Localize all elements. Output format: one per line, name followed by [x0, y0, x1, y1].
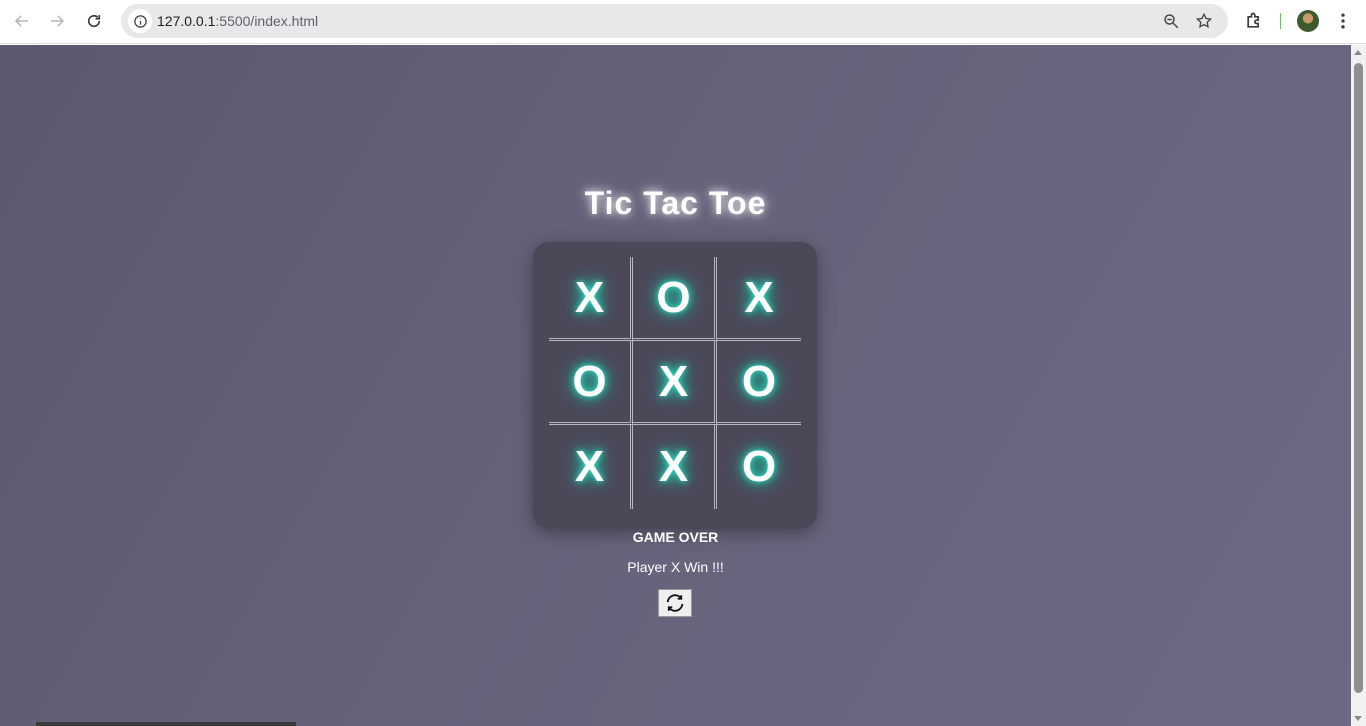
page-title: Tic Tac Toe: [584, 185, 767, 221]
board-cell[interactable]: O: [633, 257, 717, 341]
board-cell[interactable]: X: [633, 341, 717, 425]
game-over-heading: GAME OVER: [632, 529, 719, 545]
bookmark-star-icon[interactable]: [1194, 11, 1214, 31]
scroll-thumb[interactable]: [1354, 63, 1363, 693]
refresh-icon: [666, 594, 684, 612]
winner-message: Player X Win !!!: [627, 559, 724, 575]
url-host: 127.0.0.1: [157, 13, 216, 29]
url-text[interactable]: 127.0.0.1:5500/index.html: [157, 13, 318, 29]
address-bar[interactable]: 127.0.0.1:5500/index.html: [121, 4, 1228, 38]
board-cell[interactable]: X: [549, 257, 633, 341]
zoom-icon[interactable]: [1161, 11, 1181, 31]
scroll-down-arrow-icon[interactable]: [1354, 716, 1362, 721]
reset-button[interactable]: [658, 589, 692, 617]
bottom-edge-strip: [36, 722, 296, 726]
kebab-menu-icon[interactable]: [1330, 8, 1356, 34]
back-arrow-icon[interactable]: [7, 7, 37, 35]
board-cell[interactable]: O: [549, 341, 633, 425]
toolbar-divider: [1280, 13, 1281, 29]
board-cell[interactable]: X: [633, 425, 717, 509]
profile-avatar[interactable]: [1297, 10, 1319, 32]
scroll-up-arrow-icon[interactable]: [1354, 50, 1362, 55]
board-cell[interactable]: X: [717, 257, 801, 341]
site-info-icon[interactable]: [128, 9, 152, 33]
board-grid: X O X O X O X X O: [549, 257, 801, 509]
board-cell[interactable]: X: [549, 425, 633, 509]
url-path: :5500/index.html: [215, 13, 319, 29]
board-cell[interactable]: O: [717, 341, 801, 425]
extensions-icon[interactable]: [1241, 8, 1267, 34]
board-cell[interactable]: O: [717, 425, 801, 509]
page-viewport: Tic Tac Toe X O X O X O X X O GAME OVER …: [0, 45, 1351, 726]
page-scrollbar[interactable]: [1351, 45, 1366, 726]
reload-icon[interactable]: [79, 7, 109, 35]
forward-arrow-icon[interactable]: [42, 7, 72, 35]
browser-toolbar: 127.0.0.1:5500/index.html: [0, 0, 1366, 44]
game-board: X O X O X O X X O: [533, 242, 817, 529]
